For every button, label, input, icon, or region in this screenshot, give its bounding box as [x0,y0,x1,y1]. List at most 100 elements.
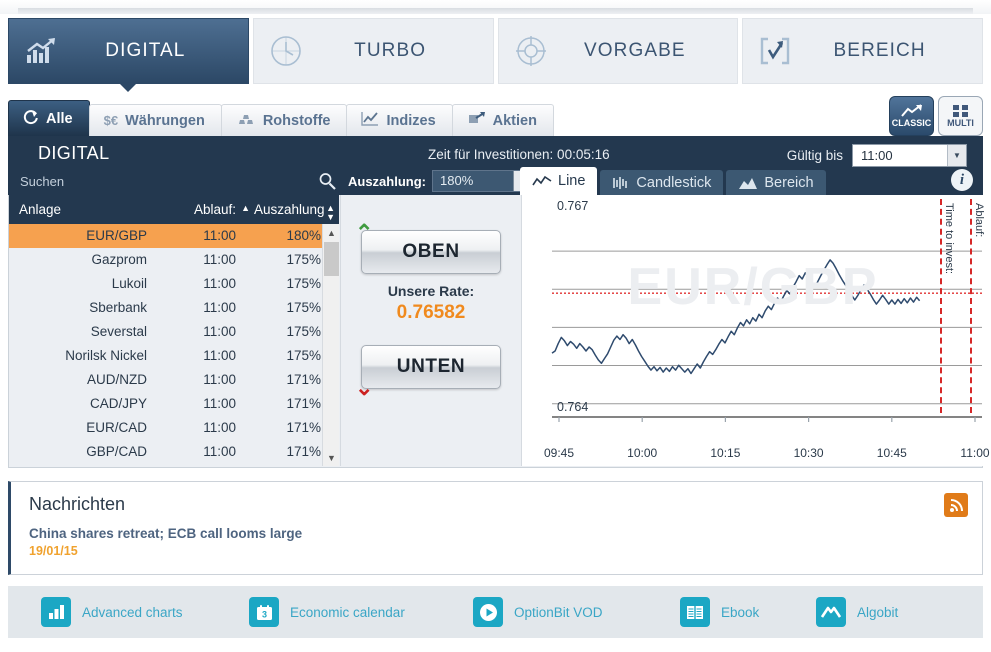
info-icon[interactable]: i [951,169,973,191]
asset-name: Gazprom [91,252,147,267]
price-chart[interactable]: EUR/GBP 0.767 0.764 09:45 10:00 10:15 10:30… [521,195,990,466]
nav-tab-digital[interactable]: DIGITAL [8,18,249,92]
asset-name: Severstal [90,324,147,339]
table-row[interactable]: AUD/NZD 11:00 171% [9,368,339,392]
table-row[interactable]: Severstal 11:00 175% [9,320,339,344]
mountain-icon [816,597,846,627]
news-panel: Nachrichten China shares retreat; ECB ca… [8,481,983,575]
footer-link-ebook[interactable]: Ebook [680,597,759,627]
investment-countdown: Zeit für Investitionen: 00:05:16 [428,147,610,162]
call-up-button[interactable]: ⌃ OBEN [355,222,501,274]
nav-tab-bereich[interactable]: BEREICH [742,18,983,84]
category-tab-alle[interactable]: Alle [8,100,90,136]
gold-bars-icon [236,112,256,130]
category-tab-waehrungen[interactable]: $€ Währungen [88,104,222,136]
table-row[interactable]: EUR/CAD 11:00 171% [9,416,339,440]
rss-icon[interactable] [944,493,968,517]
table-row[interactable]: Lukoil 11:00 175% [9,272,339,296]
nav-tab-label: VORGABE [584,40,686,61]
news-headline[interactable]: China shares retreat; ECB call looms lar… [29,526,302,541]
asset-name: Norilsk Nickel [65,348,147,363]
asset-expiry: 11:00 [203,444,236,459]
view-toggle-classic[interactable]: CLASSIC [889,96,934,136]
bar-chart-arrow-icon [9,37,73,65]
trading-platform: DIGITAL TURBO VORGABE BEREICH Alle $€ Wä… [0,0,991,652]
asset-name: GBP/CAD [86,444,147,459]
search-icon[interactable] [318,172,336,195]
chart-tab-bereich[interactable]: Bereich [726,170,826,195]
chevron-up-icon: ⌃ [355,220,375,245]
footer-link-advanced-charts[interactable]: Advanced charts [41,597,183,627]
nav-tab-vorgabe[interactable]: VORGABE [497,18,739,84]
stocks-icon [467,111,486,130]
chart-marker-label: Ablauf: [973,203,985,238]
valid-until-label: Gültig bis [786,148,843,163]
news-date: 19/01/15 [29,544,78,558]
line-chart-icon [361,111,379,130]
payout-filter-value: 180% [440,173,474,188]
refresh-icon [23,109,39,129]
category-tab-aktien[interactable]: Aktien [451,104,554,136]
main-nav-tabs: DIGITAL TURBO VORGABE BEREICH [8,18,983,92]
asset-name: AUD/NZD [87,372,147,387]
asset-expiry: 11:00 [203,252,236,267]
chart-tab-label: Bereich [764,174,814,191]
category-tab-label: Aktien [492,112,537,129]
column-header-auszahlung[interactable]: Auszahlung ▲ ▼ [254,195,339,224]
scroll-down-icon[interactable]: ▼ [323,449,340,466]
view-toggle-multi-label: MULTI [947,118,974,128]
category-tab-indizes[interactable]: Indizes [346,104,453,136]
footer-links: Advanced charts 3 Economic calendar OptionB… [8,586,983,638]
column-header-ablauf[interactable]: Ablauf: ▲ [169,195,254,224]
asset-expiry: 11:00 [203,372,236,387]
chart-marker-label: Time to invest: [943,203,955,275]
chart-marker-line [970,199,972,413]
view-toggle-multi[interactable]: MULTI [938,96,983,136]
put-down-button[interactable]: ⌄ UNTEN [355,345,501,399]
table-row[interactable]: Gazprom 11:00 175% [9,248,339,272]
asset-expiry: 11:00 [203,420,236,435]
column-header-anlage[interactable]: Anlage [9,195,169,224]
y-axis-label-top: 0.767 [557,199,589,213]
table-row[interactable]: GBP/CAD 11:00 171% [9,440,339,464]
asset-name: Lukoil [111,276,147,291]
category-tab-rohstoffe[interactable]: Rohstoffe [220,104,348,136]
table-row[interactable]: Norilsk Nickel 11:00 175% [9,344,339,368]
nav-tab-label: BEREICH [833,40,926,61]
currency-icon: $€ [103,113,119,128]
assets-table-header: Anlage Ablauf: ▲ Auszahlung ▲ ▼ [9,195,339,224]
footer-link-algobit[interactable]: Algobit [816,597,898,627]
chart-type-tabs: Line Candlestick Bereich [520,167,829,195]
put-down-label: UNTEN [396,356,466,377]
book-icon [680,597,710,627]
asset-expiry: 11:00 [203,276,236,291]
nav-tab-label: TURBO [354,40,427,61]
category-tab-label: Indizes [386,112,436,129]
view-toggle-classic-label: CLASSIC [891,118,932,128]
scroll-up-icon[interactable]: ▲ [323,224,340,241]
valid-until-value: 11:00 [861,148,893,163]
asset-expiry: 11:00 [203,396,236,411]
search-box [8,167,346,195]
payout-filter-select[interactable]: 180% ▼ [432,170,532,192]
search-input[interactable] [8,167,346,195]
nav-tab-turbo[interactable]: TURBO [252,18,494,84]
news-title: Nachrichten [29,494,126,514]
table-row[interactable]: EUR/GBP 11:00 180% [9,224,339,248]
chart-tab-line[interactable]: Line [520,167,598,195]
chart-tab-candlestick[interactable]: Candlestick [600,170,724,195]
footer-link-optionbit-vod[interactable]: OptionBit VOD [473,597,603,627]
assets-table-body[interactable]: EUR/GBP 11:00 180% Gazprom 11:00 175% Lukoil 11… [9,224,339,466]
valid-until-select[interactable]: 11:00 ▼ [852,144,967,167]
footer-link-economic-calendar[interactable]: 3 Economic calendar [249,597,405,627]
footer-link-label: Advanced charts [82,604,183,620]
x-axis-tick-label: 10:45 [876,446,907,460]
sort-arrow-both-icon: ▲ ▼ [326,203,335,222]
asset-expiry: 11:00 [203,228,236,243]
footer-link-label: Ebook [721,604,760,620]
table-row[interactable]: CAD/JPY 11:00 171% [9,392,339,416]
table-row[interactable]: Sberbank 11:00 175% [9,296,339,320]
scrollbar-thumb[interactable] [324,242,339,276]
y-axis-label-bottom: 0.764 [557,400,589,414]
assets-scrollbar[interactable]: ▲ ▼ [322,224,339,466]
